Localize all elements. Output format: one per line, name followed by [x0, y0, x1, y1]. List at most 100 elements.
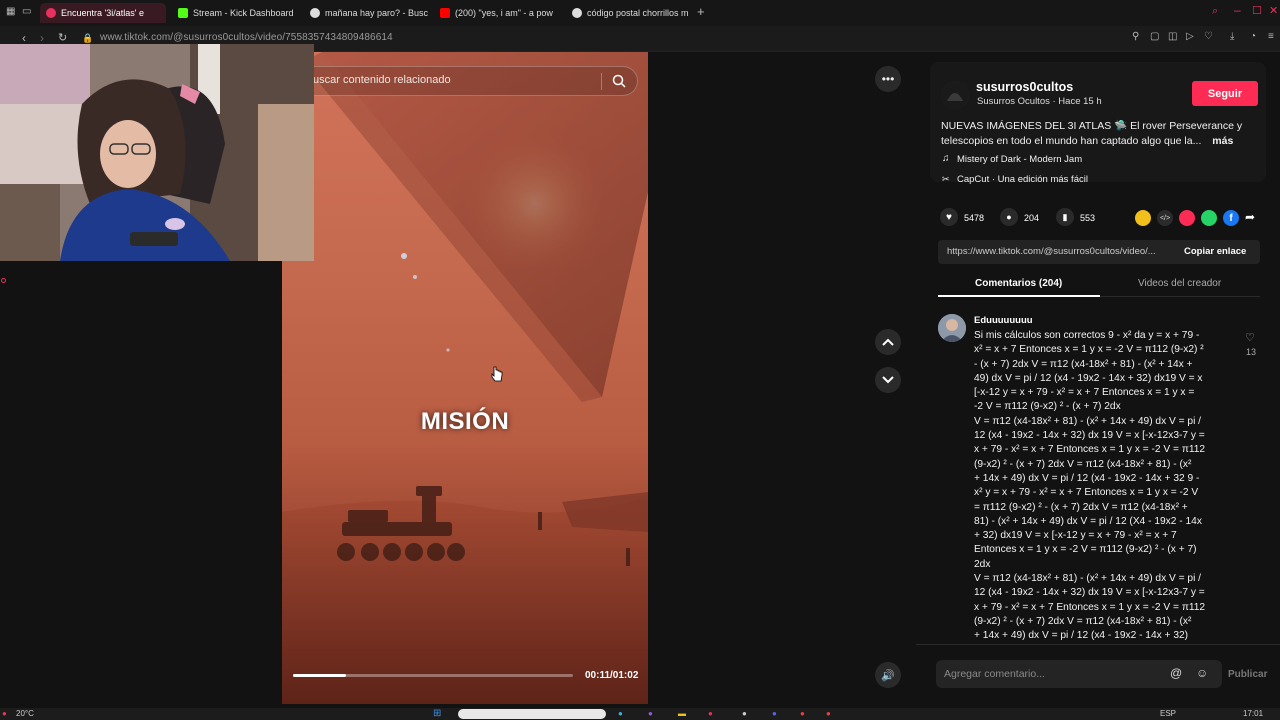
minimize-icon[interactable]: –: [1234, 3, 1241, 17]
video-progress-bar[interactable]: [293, 674, 573, 677]
more-link[interactable]: más: [1212, 135, 1233, 147]
camera-icon[interactable]: ◫: [1168, 31, 1177, 42]
browser-tab-bar: ▦ ▭ Encuentra '3i/atlas' e Stream - Kick…: [0, 0, 1280, 26]
search-divider: [601, 73, 602, 90]
embed-icon[interactable]: </>: [1157, 210, 1173, 226]
app3-icon[interactable]: ●: [800, 709, 805, 718]
whatsapp-icon[interactable]: [1201, 210, 1217, 226]
avatar[interactable]: [941, 81, 969, 109]
windows-start-icon[interactable]: ⊞: [433, 708, 441, 719]
search-tabs-icon[interactable]: ⌕: [1212, 5, 1218, 18]
tab-tiktok[interactable]: Encuentra '3i/atlas' e: [40, 3, 166, 23]
copy-link-button[interactable]: Copiar enlace: [1184, 246, 1246, 257]
previous-video-button[interactable]: [875, 329, 901, 355]
comment-heart-icon[interactable]: ♡: [1245, 331, 1255, 344]
publish-button[interactable]: Publicar: [1228, 669, 1267, 680]
comment-line: 81) - (x² + 14x + 49) dx V = pi / 12 (X4…: [974, 515, 1202, 527]
follow-button[interactable]: Seguir: [1192, 81, 1258, 106]
back-icon[interactable]: ‹: [22, 31, 26, 45]
maximize-icon[interactable]: ☐: [1252, 4, 1262, 17]
comment-line: x + 79 - x² = x + 7 Entonces x = 1 y x =…: [974, 601, 1206, 613]
folder-icon[interactable]: ▬: [678, 709, 686, 718]
share-link-bar: https://www.tiktok.com/@susurros0cultos/…: [938, 240, 1260, 264]
clock[interactable]: 17:01: [1243, 709, 1263, 718]
emoji-icon[interactable]: ☺: [1196, 666, 1208, 680]
ellipsis-icon: •••: [881, 72, 895, 86]
tab-youtube[interactable]: (200) "yes, i am" - a pow: [434, 3, 562, 23]
lock-icon: 🔒: [82, 33, 94, 43]
tab-title: mañana hay paro? - Busc: [325, 8, 429, 18]
download-icon[interactable]: ⤓: [1230, 31, 1234, 42]
mention-icon[interactable]: @: [1170, 666, 1182, 680]
tab-postal-code[interactable]: código postal chorrillos m: [566, 3, 692, 23]
comment-line: [-x-12 y = x + 79 - x² = x + 7 Entonces …: [974, 387, 1195, 399]
heart-icon: ♥: [946, 211, 952, 223]
comment-line: 12 (x4 - 19x2 - 14x + 32) dx 19 V = x [-…: [974, 430, 1205, 442]
play-icon[interactable]: ▷: [1186, 31, 1194, 42]
video-timecode: 00:11/01:02: [585, 670, 639, 681]
weather-icon: ●: [2, 709, 7, 718]
language-indicator[interactable]: ESP: [1160, 709, 1176, 718]
tab-kick[interactable]: Stream - Kick Dashboard: [172, 3, 300, 23]
comment-line: = π112 (9-x2) ² - (x + 7) 2dx V = π12 (x…: [974, 501, 1188, 513]
comment-button[interactable]: ●: [1000, 208, 1018, 226]
video-player[interactable]: [282, 52, 648, 704]
profile-icon[interactable]: ◔: [1250, 31, 1256, 42]
next-video-button[interactable]: [875, 367, 901, 393]
comment-avatar-image: [938, 314, 966, 342]
comment-line: - (x + 7) 2dx V = π12 (x4-18x² + 81) - (…: [974, 358, 1193, 370]
opera-icon[interactable]: ●: [708, 709, 713, 718]
tab-comments[interactable]: Comentarios (204): [975, 278, 1062, 289]
comment-line: (9-x2) ² - (x + 7) 2dx V = π12 (x4-18x² …: [974, 458, 1192, 470]
screenshot-icon[interactable]: ▢: [1150, 31, 1159, 42]
weather-temp[interactable]: 20°C: [16, 709, 34, 718]
kick-icon: [178, 8, 188, 18]
google-icon: [310, 8, 320, 18]
webcam-feed: [0, 44, 314, 261]
youtube-icon: [440, 8, 450, 18]
search-icon[interactable]: [612, 74, 626, 88]
url-field[interactable]: www.tiktok.com/@susurros0cultos/video/75…: [100, 32, 393, 43]
tiktok-sidebar-icon[interactable]: [1, 278, 6, 283]
comment-composer[interactable]: Agregar comentario... @ ☺: [936, 660, 1222, 688]
browser-menu-icon[interactable]: ▦: [6, 6, 15, 17]
comment-author[interactable]: Eduuuuuuuu: [974, 315, 1033, 326]
heart-icon[interactable]: ♡: [1204, 31, 1213, 42]
hand-cursor-icon: [491, 366, 503, 382]
tab-creator-videos[interactable]: Videos del creador: [1138, 278, 1221, 289]
comment-line: + 14x + 49) dx V = pi / 12 (x4 - 19x2 - …: [974, 630, 1189, 641]
music-track[interactable]: Mistery of Dark - Modern Jam: [957, 154, 1082, 165]
taskbar-search[interactable]: [458, 709, 606, 719]
app4-icon[interactable]: ●: [826, 709, 831, 718]
tab-title: código postal chorrillos m: [587, 8, 689, 18]
close-icon[interactable]: ✕: [1269, 4, 1278, 17]
comment-body: Si mis cálculos son correctos 9 - x² da …: [974, 329, 1236, 641]
tab-google-search[interactable]: mañana hay paro? - Busc: [304, 3, 430, 23]
username[interactable]: susurros0cultos: [976, 80, 1073, 94]
composer-divider: [916, 644, 1280, 645]
edge-icon[interactable]: ●: [618, 709, 623, 718]
send-icon[interactable]: [1179, 210, 1195, 226]
discord-icon[interactable]: ●: [772, 709, 777, 718]
reload-icon[interactable]: ↻: [58, 31, 67, 44]
comment-input[interactable]: Agregar comentario...: [944, 668, 1045, 680]
menu-icon[interactable]: ≡: [1268, 31, 1274, 42]
tab-groups-icon[interactable]: ▭: [22, 6, 31, 17]
search-input[interactable]: uscar contenido relacionado: [313, 74, 451, 86]
like-button[interactable]: ♥: [940, 208, 958, 226]
forward-icon[interactable]: ›: [40, 31, 44, 45]
comment-avatar[interactable]: [938, 314, 966, 342]
more-options-button[interactable]: •••: [875, 66, 901, 92]
pin-icon[interactable]: ⚲: [1132, 31, 1139, 42]
capcut-link[interactable]: CapCut · Una edición más fácil: [957, 174, 1088, 185]
app-icon[interactable]: ●: [648, 709, 653, 718]
facebook-icon[interactable]: f: [1223, 210, 1239, 226]
volume-button[interactable]: 🔊: [875, 662, 901, 688]
share-arrow-icon[interactable]: ➦: [1245, 210, 1255, 224]
avatar-image: [941, 81, 969, 109]
app2-icon[interactable]: ●: [742, 709, 747, 718]
save-button[interactable]: ▮: [1056, 208, 1074, 226]
like-count: 5478: [964, 213, 985, 223]
repost-icon[interactable]: [1135, 210, 1151, 226]
new-tab-button[interactable]: +: [697, 4, 705, 19]
